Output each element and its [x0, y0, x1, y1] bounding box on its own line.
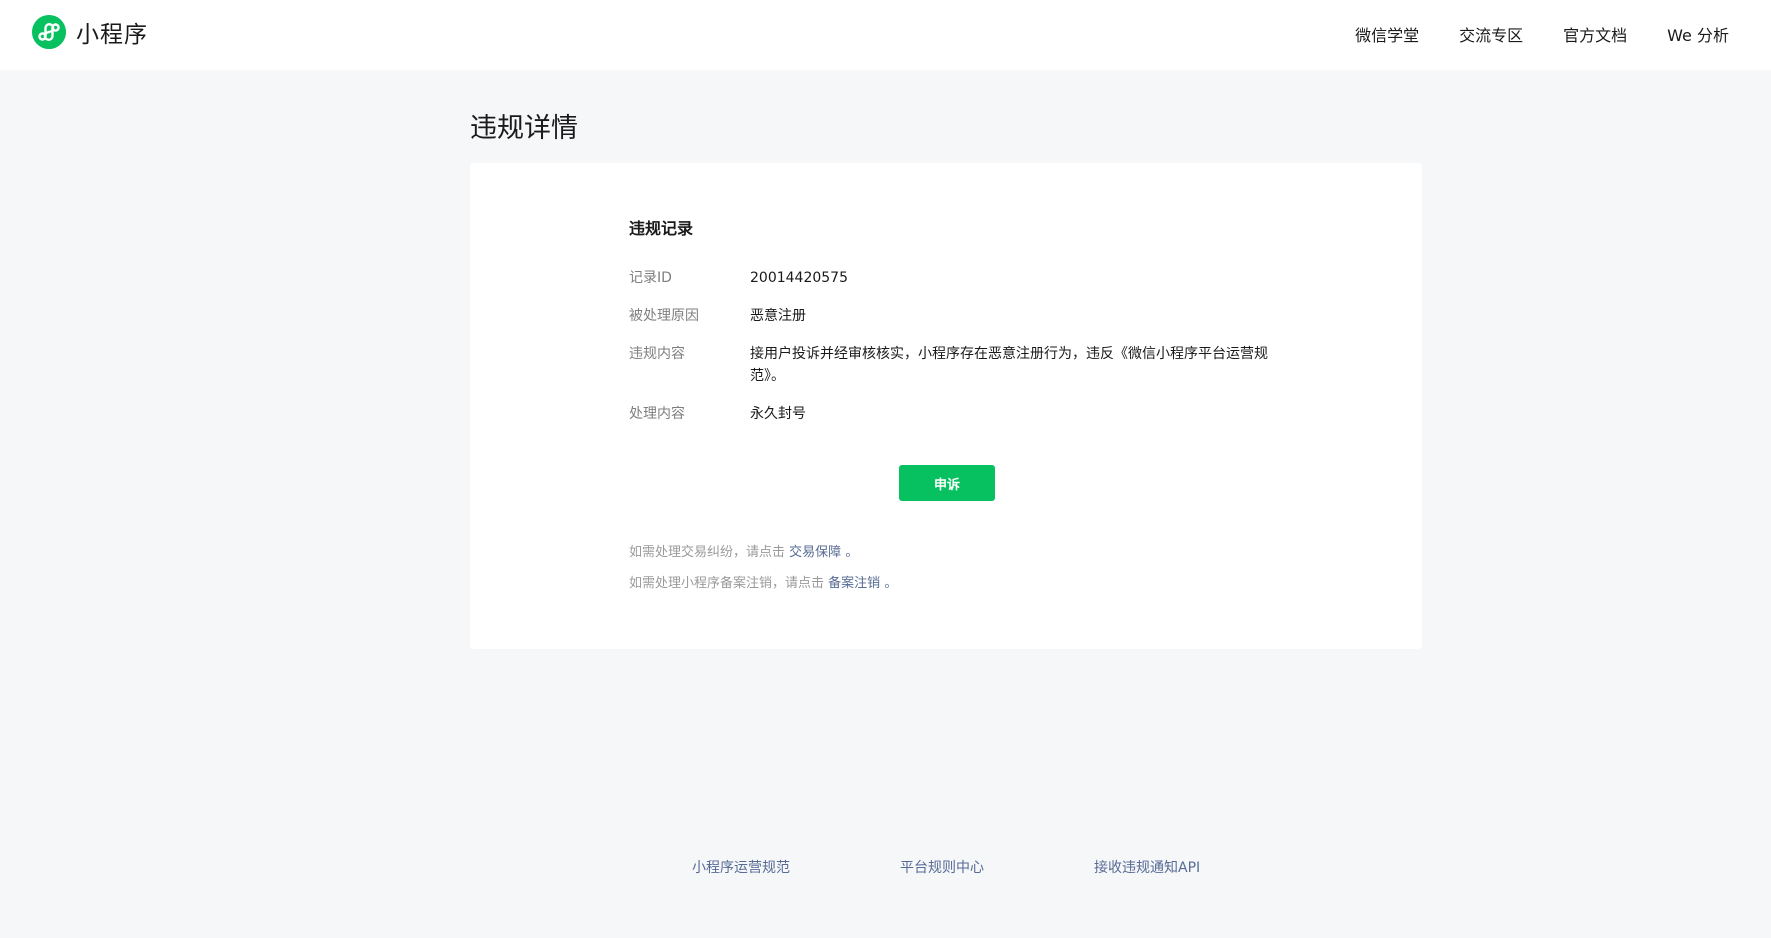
violation-content-value: 接用户投诉并经审核核实，小程序存在恶意注册行为，违反《微信小程序平台运营规范》。 [750, 346, 1268, 384]
record-id-value: 20014420575 [750, 270, 848, 286]
page-title: 违规详情 [470, 113, 578, 144]
reason-value: 恶意注册 [750, 308, 806, 324]
trade-dispute-hint-text: 如需处理交易纠纷，请点击 [629, 545, 786, 560]
footer-link-rules-center[interactable]: 平台规则中心 [900, 857, 984, 877]
logo-text: 小程序 [76, 22, 148, 48]
violation-content-label: 违规内容 [629, 346, 685, 362]
footer-link-operation-rules[interactable]: 小程序运营规范 [692, 857, 790, 877]
nav-item-community[interactable]: 交流专区 [1459, 22, 1523, 46]
filing-cancel-hint: 如需处理小程序备案注销，请点击 备案注销 。 [629, 572, 897, 591]
nav-item-we-analytics[interactable]: We 分析 [1667, 22, 1729, 46]
top-navigation-bar: 小程序 微信学堂 交流专区 官方文档 We 分析 [0, 0, 1771, 70]
nav-item-official-docs[interactable]: 官方文档 [1563, 22, 1627, 46]
miniprogram-logo-icon [32, 15, 66, 49]
violation-content-row: 违规内容 接用户投诉并经审核核实，小程序存在恶意注册行为，违反《微信小程序平台运… [629, 343, 1270, 387]
nav-item-wechat-school[interactable]: 微信学堂 [1355, 22, 1419, 46]
reason-row: 被处理原因 恶意注册 [629, 305, 1270, 327]
violation-record-card: 违规记录 记录ID 20014420575 被处理原因 恶意注册 违规内容 接用… [470, 163, 1422, 649]
appeal-button[interactable]: 申诉 [899, 465, 995, 501]
trade-dispute-hint: 如需处理交易纠纷，请点击 交易保障 。 [629, 541, 858, 560]
penalty-label: 处理内容 [629, 406, 685, 422]
trade-protection-link[interactable]: 交易保障 [789, 545, 841, 560]
footer-link-violation-api[interactable]: 接收违规通知API [1094, 857, 1200, 877]
penalty-value: 永久封号 [750, 406, 806, 422]
top-nav: 微信学堂 交流专区 官方文档 We 分析 [1355, 22, 1771, 46]
penalty-row: 处理内容 永久封号 [629, 403, 1270, 425]
filing-cancel-link[interactable]: 备案注销 [828, 576, 880, 591]
filing-cancel-hint-suffix: 。 [884, 576, 898, 591]
reason-label: 被处理原因 [629, 308, 699, 324]
record-id-row: 记录ID 20014420575 [629, 267, 1270, 289]
trade-dispute-hint-suffix: 。 [845, 545, 859, 560]
record-id-label: 记录ID [629, 270, 672, 286]
section-title: 违规记录 [629, 219, 694, 238]
filing-cancel-hint-text: 如需处理小程序备案注销，请点击 [629, 576, 825, 591]
home-logo[interactable]: 小程序 [32, 15, 148, 49]
